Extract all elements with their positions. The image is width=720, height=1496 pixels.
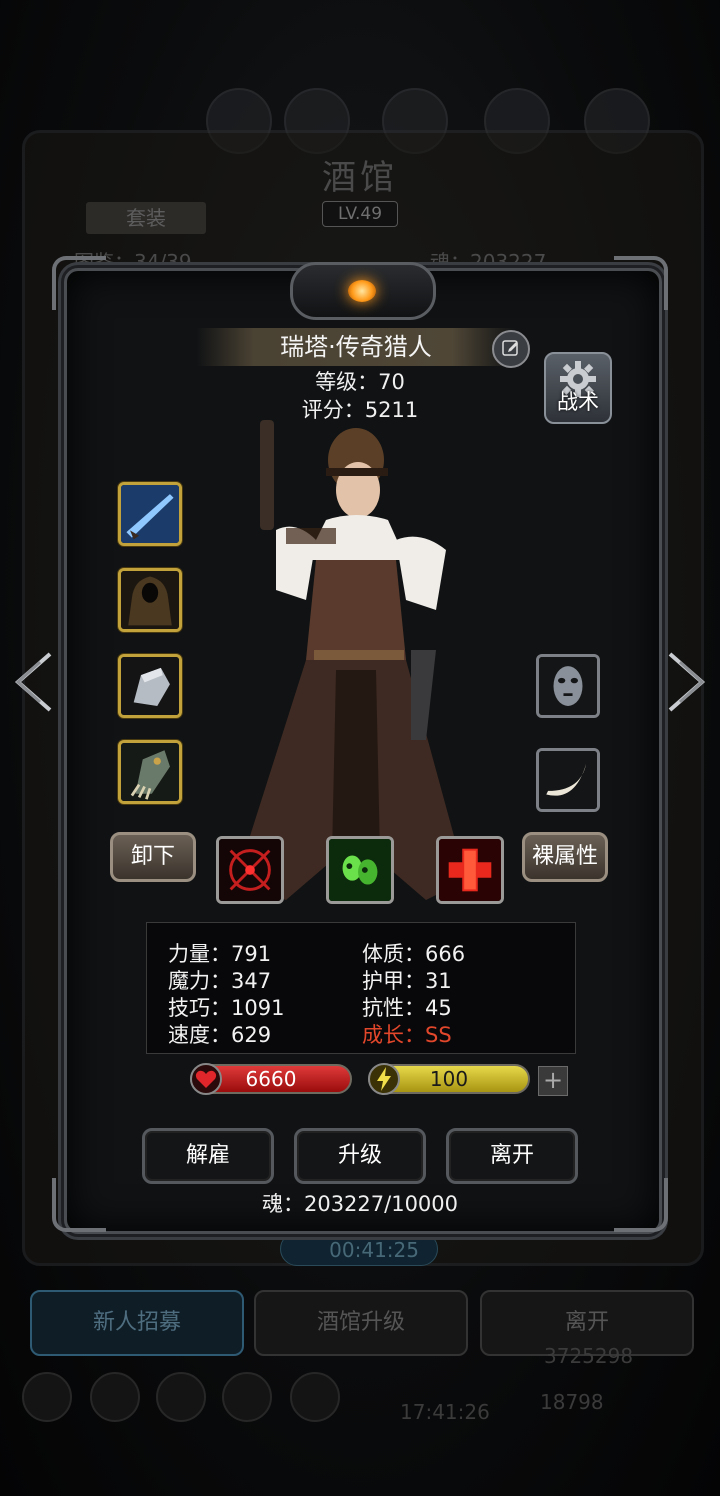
tavern-upgrade-button[interactable]: 酒馆升级: [254, 1290, 468, 1356]
skill-slot[interactable]: [436, 836, 504, 904]
attr-strength: 力量：791: [168, 942, 272, 966]
trinket-slot[interactable]: [536, 748, 600, 812]
moon-icon: [348, 280, 376, 302]
bottom-nav-icon[interactable]: [156, 1372, 206, 1422]
gold-count: 3725298: [544, 1344, 634, 1368]
pencil-icon: [502, 340, 518, 356]
tactics-label: 战术: [557, 390, 599, 414]
soul-cost: 魂：203227/10000: [261, 1192, 459, 1216]
tab-set[interactable]: 套装: [86, 202, 206, 234]
heal-cross-skill-icon: [439, 839, 501, 901]
claw-icon: [121, 743, 179, 801]
unequip-button[interactable]: 卸下: [110, 832, 196, 882]
leave-button[interactable]: 离开: [446, 1128, 578, 1184]
attr-speed: 速度：629: [168, 1023, 272, 1047]
attr-skill: 技巧：1091: [168, 996, 285, 1020]
bottom-nav-icon[interactable]: [290, 1372, 340, 1422]
add-energy-button[interactable]: +: [538, 1066, 568, 1096]
weapon-slot[interactable]: [118, 482, 182, 546]
frame-corner: [52, 256, 106, 310]
frame-corner: [52, 1178, 106, 1232]
recruit-button[interactable]: 新人招募: [30, 1290, 244, 1356]
attr-resistance: 抗性：45: [362, 996, 452, 1020]
crosshair-skill-icon: [219, 839, 281, 901]
cloak-icon: [121, 571, 179, 629]
gauntlet-icon: [121, 657, 179, 715]
mask-icon: [539, 657, 597, 715]
hero-name: 瑞塔·传奇猎人: [196, 328, 516, 366]
tavern-level: LV.49: [322, 201, 398, 227]
bottom-nav-icon[interactable]: [90, 1372, 140, 1422]
dismiss-button[interactable]: 解雇: [142, 1128, 274, 1184]
lightning-icon: [368, 1063, 400, 1095]
next-hero-arrow-icon[interactable]: [662, 650, 710, 714]
skill-slot[interactable]: [216, 836, 284, 904]
gem-count: 18798: [540, 1390, 604, 1414]
skill-slot[interactable]: [326, 836, 394, 904]
boots-slot[interactable]: [118, 740, 182, 804]
gloves-slot[interactable]: [118, 654, 182, 718]
tavern-title: 酒馆: [322, 158, 398, 198]
base-attributes-button[interactable]: 裸属性: [522, 832, 608, 882]
bottom-nav-icon[interactable]: [22, 1372, 72, 1422]
frame-corner: [614, 1178, 668, 1232]
tactics-button[interactable]: 战术: [544, 352, 612, 424]
heart-icon: [190, 1063, 222, 1095]
armor-slot[interactable]: [118, 568, 182, 632]
attr-growth: 成长：SS: [362, 1023, 452, 1047]
rename-button[interactable]: [492, 330, 530, 368]
hero-level: 等级：70: [315, 370, 405, 394]
refresh-timer: 00:41:25: [280, 1232, 438, 1266]
poison-skull-skill-icon: [329, 839, 391, 901]
upgrade-button[interactable]: 升级: [294, 1128, 426, 1184]
attr-magic: 魔力：347: [168, 969, 272, 993]
frame-corner: [614, 256, 668, 310]
rifle-icon: [121, 485, 179, 543]
attr-constitution: 体质：666: [362, 942, 466, 966]
previous-hero-arrow-icon[interactable]: [10, 650, 58, 714]
clock-text: 17:41:26: [400, 1400, 490, 1424]
attr-armor: 护甲：31: [362, 969, 452, 993]
bottom-nav-icon[interactable]: [222, 1372, 272, 1422]
accessory-slot[interactable]: [536, 654, 600, 718]
horn-icon: [539, 751, 597, 809]
